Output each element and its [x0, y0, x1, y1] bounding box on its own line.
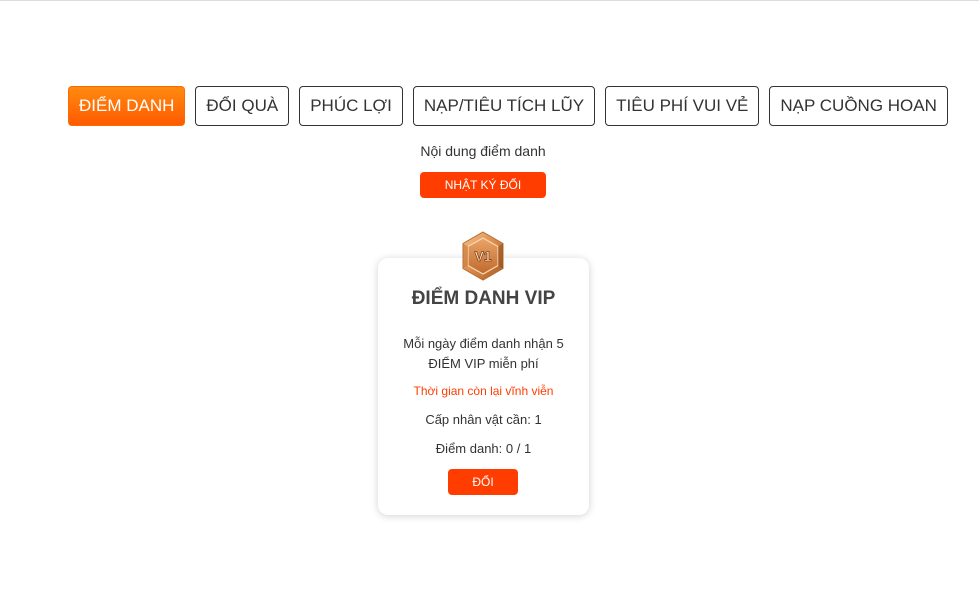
vip-hexagon-icon: V1: [462, 231, 504, 281]
tab-diem-danh[interactable]: ĐIỂM DANH: [68, 86, 186, 126]
tab-doi-qua[interactable]: ĐỔI QUÀ: [195, 86, 290, 126]
tab-nap-cuong-hoan[interactable]: NẠP CUỒNG HOAN: [769, 86, 948, 126]
redeem-button[interactable]: ĐỔI: [448, 469, 518, 495]
card-description: Mỗi ngày điểm danh nhận 5 ĐIỂM VIP miễn …: [403, 336, 564, 371]
checkin-progress: Điểm danh: 0 / 1: [435, 441, 532, 456]
card-title: ĐIỂM DANH VIP: [411, 288, 556, 309]
vip-badge-text: V1: [474, 248, 491, 264]
exchange-log-button[interactable]: NHẬT KÝ ĐỔI: [420, 172, 546, 198]
top-divider: [0, 0, 979, 1]
tab-nap-tieu-tich-luy[interactable]: NẠP/TIÊU TÍCH LŨY: [412, 86, 596, 126]
time-remaining: Thời gian còn lại vĩnh viễn: [413, 384, 554, 398]
tab-bar: ĐIỂM DANH ĐỔI QUÀ PHÚC LỢI NẠP/TIÊU TÍCH…: [68, 86, 948, 126]
content-title: Nội dung điểm danh: [420, 143, 546, 159]
level-requirement: Cấp nhân vật cần: 1: [425, 412, 542, 427]
vip-checkin-card: ĐIỂM DANH VIP Mỗi ngày điểm danh nhận 5 …: [378, 258, 589, 515]
tab-tieu-phi-vui-ve[interactable]: TIÊU PHÍ VUI VẺ: [605, 86, 760, 126]
tab-phuc-loi[interactable]: PHÚC LỢI: [299, 86, 403, 126]
